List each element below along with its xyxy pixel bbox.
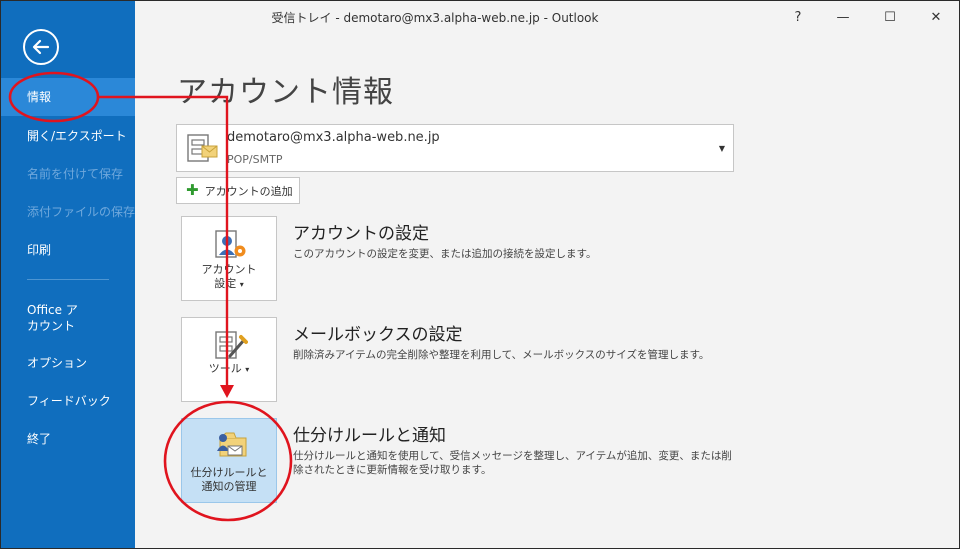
sidebar-item-label: 終了 [27,432,52,446]
mailbox-settings-heading: メールボックスの設定 [293,325,463,345]
sidebar-item-office-account[interactable]: Office ア カウント [1,302,135,334]
sidebar-item-info[interactable]: 情報 [1,78,135,116]
minimize-button[interactable]: — [823,4,863,30]
sidebar-divider [27,279,109,280]
add-account-label: アカウントの追加 [204,184,293,198]
sidebar-item-label: 添付ファイルの保存 [27,205,136,219]
account-settings-heading: アカウントの設定 [293,224,429,244]
rules-alerts-icon [217,432,247,457]
sidebar-item-label: Office ア [27,303,78,317]
dropdown-caret-icon: ▼ [718,144,725,153]
page-title: アカウント情報 [177,75,394,110]
manage-rules-label-line2: 通知の管理 [201,480,257,493]
minimize-icon: — [836,9,850,25]
account-type: POP/SMTP [227,153,283,166]
sidebar-item-label: フィードバック [27,394,111,408]
account-email: demotaro@mx3.alpha-web.ne.jp [227,130,440,145]
rules-alerts-description: 仕分けルールと通知を使用して、受信メッセージを整理し、アイテムが追加、変更、また… [293,450,732,476]
back-arrow-icon [32,39,50,55]
sidebar-item-save-attachments: 添付ファイルの保存 [1,204,135,220]
sidebar-item-feedback[interactable]: フィードバック [1,393,135,409]
maximize-button[interactable]: ☐ [870,4,910,30]
tools-icon [215,331,248,359]
tools-label-text: ツール [208,362,242,375]
backstage-sidebar: 情報 開く/エクスポート 名前を付けて保存 添付ファイルの保存 印刷 Offic… [1,1,135,548]
sidebar-item-save-as: 名前を付けて保存 [1,166,135,182]
rules-alerts-heading: 仕分けルールと通知 [293,426,446,446]
plus-icon: ✚ [186,181,199,199]
outlook-window: 情報 開く/エクスポート 名前を付けて保存 添付ファイルの保存 印刷 Offic… [0,0,960,549]
manage-rules-label: 仕分けルールと [190,466,268,479]
sidebar-item-label: 情報 [27,90,52,104]
dropdown-caret-icon: ▾ [239,280,244,289]
account-settings-icon [215,230,246,258]
tools-button[interactable]: ツール ▾ [181,317,277,402]
sidebar-item-label: 開く/エクスポート [27,129,127,143]
sidebar-item-options[interactable]: オプション [1,355,135,371]
sidebar-item-label: 印刷 [27,243,52,257]
tools-label: ツール ▾ [182,362,276,377]
account-selector[interactable]: demotaro@mx3.alpha-web.ne.jp POP/SMTP ▼ [176,124,734,172]
maximize-icon: ☐ [884,9,896,25]
account-settings-label: アカウント [201,263,257,276]
sidebar-item-exit[interactable]: 終了 [1,431,135,447]
sidebar-item-label-line2: カウント [27,319,76,333]
window-title: 受信トレイ - demotaro@mx3.alpha-web.ne.jp - O… [271,11,599,25]
sidebar-item-print[interactable]: 印刷 [1,242,135,258]
account-settings-description: このアカウントの設定を変更、または追加の接続を設定します。 [293,248,597,260]
sidebar-item-open-export[interactable]: 開く/エクスポート [1,128,135,144]
account-settings-label-line2: 設定 ▾ [182,277,276,292]
account-settings-label-text: 設定 [214,277,237,290]
manage-rules-alerts-button[interactable]: 仕分けルールと 通知の管理 [181,418,277,503]
back-button[interactable] [23,29,59,65]
close-icon: ✕ [930,9,942,25]
add-account-button[interactable]: ✚ アカウントの追加 [176,177,300,204]
mailbox-account-icon [187,134,218,162]
sidebar-item-label: オプション [27,356,88,370]
help-button[interactable]: ? [778,4,818,30]
help-icon: ? [794,9,802,25]
account-settings-button[interactable]: アカウント 設定 ▾ [181,216,277,301]
mailbox-settings-description: 削除済みアイテムの完全削除や整理を利用して、メールボックスのサイズを管理します。 [293,349,710,361]
dropdown-caret-icon: ▾ [245,365,250,374]
sidebar-item-label: 名前を付けて保存 [27,167,124,181]
close-button[interactable]: ✕ [916,4,956,30]
